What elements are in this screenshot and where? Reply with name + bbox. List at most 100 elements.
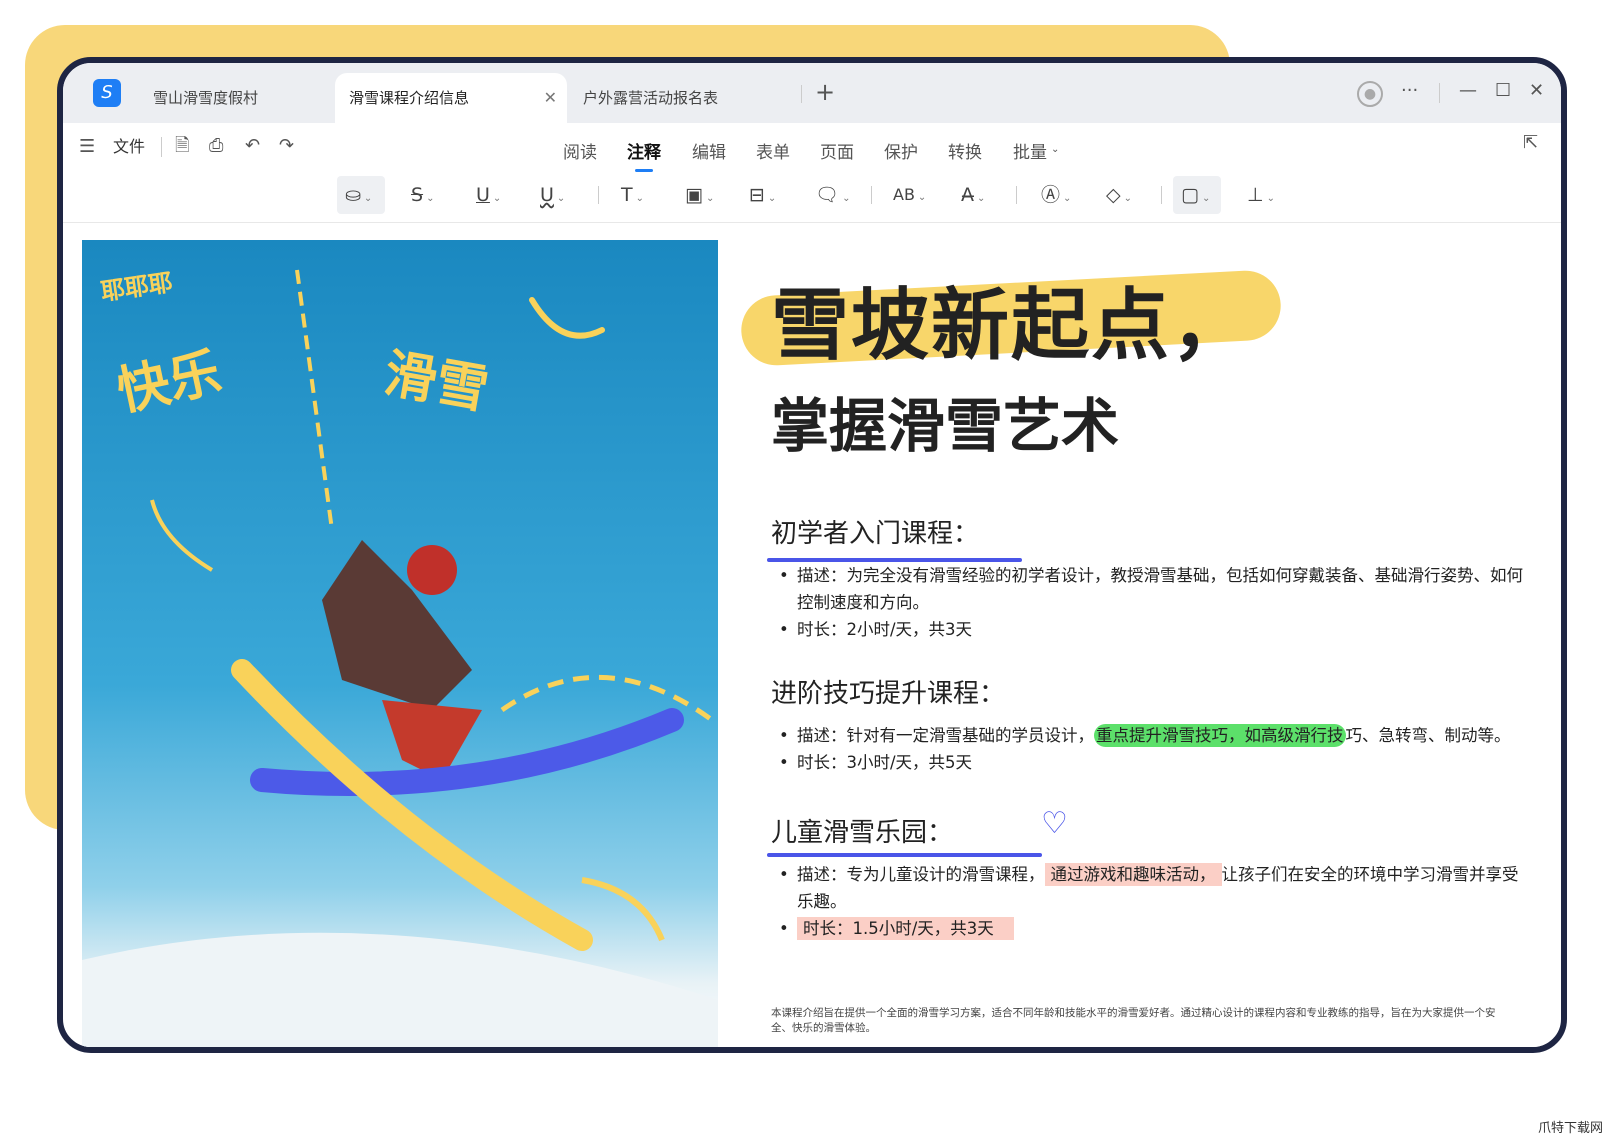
eraser-icon: ◇: [1106, 184, 1121, 206]
app-window: S 雪山滑雪度假村 滑雪课程介绍信息 ✕ 户外露营活动报名表 + ● ··· — …: [57, 57, 1567, 1053]
divider: [598, 186, 599, 204]
desc: 针对有一定滑雪基础的学员设计，: [846, 726, 1095, 745]
menu-form[interactable]: 表单: [756, 138, 790, 163]
pen-tool[interactable]: Ⓐ ⌄: [1033, 176, 1081, 214]
green-highlight-annotation: 重点提升滑雪技巧，如高级滑行技: [1094, 724, 1346, 747]
underline-icon: U: [476, 184, 490, 206]
watermark: 爪特下载网: [1537, 1121, 1603, 1136]
list-item: 描述：为完全没有滑雪经验的初学者设计，教授滑雪基础，包括如何穿戴装备、基础滑行姿…: [771, 562, 1531, 616]
rectangle-icon: ▢: [1181, 184, 1199, 206]
hamburger-menu-icon[interactable]: ☰: [79, 137, 95, 157]
chevron-down-icon: ⌄: [1051, 144, 1060, 155]
close-window-icon[interactable]: ✕: [1529, 81, 1544, 101]
section-heading: 进阶技巧提升课程：: [771, 679, 1006, 709]
replace-text-icon: AB: [893, 185, 915, 204]
callout-icon: ⊟: [749, 184, 765, 206]
desc: 为完全没有滑雪经验的初学者设计，教授滑雪基础，包括如何穿戴装备、基础滑行姿势、如…: [797, 566, 1523, 612]
divider: [1439, 83, 1440, 103]
redo-icon[interactable]: ↷: [279, 136, 294, 156]
menu-annotate[interactable]: 注释: [627, 138, 661, 172]
squiggly-underline-icon: U: [540, 184, 554, 206]
strikethrough-icon: S: [411, 184, 424, 206]
tab-label: 滑雪课程介绍信息: [349, 89, 470, 107]
heading-text: 初学者入门课程：: [771, 519, 980, 549]
shape-tool[interactable]: ▢ ⌄: [1173, 176, 1221, 214]
menu-page[interactable]: 页面: [820, 138, 854, 163]
minimize-icon[interactable]: —: [1459, 81, 1477, 101]
stamp-icon: ⊥: [1247, 184, 1264, 206]
new-tab-icon[interactable]: +: [815, 80, 835, 104]
eraser-tool[interactable]: ◇ ⌄: [1098, 176, 1146, 214]
undo-icon[interactable]: ↶: [245, 136, 260, 156]
stamp-tool[interactable]: ⊥ ⌄: [1239, 176, 1287, 214]
replace-text-tool[interactable]: AB ⌄: [885, 176, 933, 214]
doodle-text: 滑雪: [380, 344, 493, 421]
section-list: 描述：专为儿童设计的滑雪课程，通过游戏和趣味活动，让孩子们在安全的环境中学习滑雪…: [771, 861, 1531, 942]
tab-ski-course[interactable]: 滑雪课程介绍信息 ✕: [335, 73, 567, 123]
underline-tool[interactable]: U ⌄: [468, 176, 516, 214]
section-heading: 儿童滑雪乐园： ♡: [767, 806, 1068, 857]
pink-highlight-annotation: 时长：1.5小时/天，共3天: [797, 917, 1014, 940]
divider: [1161, 186, 1162, 204]
menu-protect[interactable]: 保护: [884, 138, 918, 163]
file-menu[interactable]: 文件: [113, 137, 145, 157]
section-heading: 初学者入门课程：: [767, 513, 1022, 562]
desc: 专为儿童设计的滑雪课程，: [846, 865, 1045, 884]
doodle-text: 耶耶耶: [99, 268, 174, 306]
share-icon[interactable]: ⇱: [1523, 133, 1538, 153]
app-logo-icon: S: [93, 79, 121, 107]
highlight-tool[interactable]: ⛀ ⌄: [337, 176, 385, 214]
menu-read[interactable]: 阅读: [563, 138, 597, 163]
strikethrough-tool[interactable]: S ⌄: [403, 176, 451, 214]
menu-convert[interactable]: 转换: [948, 138, 982, 163]
divider: [1016, 186, 1017, 204]
text-icon: T: [621, 184, 633, 206]
title-line2: 掌握滑雪艺术: [771, 392, 1120, 460]
insert-text-icon: A̶: [961, 184, 974, 206]
callout-tool[interactable]: ⊟ ⌄: [741, 176, 789, 214]
comment-tool[interactable]: 🗨 ⌄: [807, 176, 855, 214]
menu-edit[interactable]: 编辑: [692, 138, 726, 163]
tab-bar: S 雪山滑雪度假村 滑雪课程介绍信息 ✕ 户外露营活动报名表 + ● ··· — …: [63, 63, 1561, 123]
tab-camping[interactable]: 户外露营活动报名表: [583, 73, 793, 123]
tab-label: 户外露营活动报名表: [583, 89, 719, 107]
pen-icon: Ⓐ: [1041, 184, 1061, 206]
list-item: 时长：3小时/天，共5天: [771, 749, 1531, 776]
skier-photo: 耶耶耶 快乐 滑雪: [82, 240, 718, 1047]
list-item: 时长：1.5小时/天，共3天: [771, 915, 1531, 942]
section-list: 描述：针对有一定滑雪基础的学员设计，重点提升滑雪技巧，如高级滑行技巧、急转弯、制…: [771, 722, 1531, 776]
desc: 巧、急转弯、制动等。: [1345, 726, 1511, 745]
more-icon[interactable]: ···: [1401, 81, 1418, 101]
highlighter-icon: ⛀: [345, 184, 361, 206]
list-item: 时长：2小时/天，共3天: [771, 616, 1531, 643]
list-item: 描述：专为儿童设计的滑雪课程，通过游戏和趣味活动，让孩子们在安全的环境中学习滑雪…: [771, 861, 1531, 915]
squiggly-tool[interactable]: U ⌄: [532, 176, 580, 214]
divider: [801, 85, 802, 103]
doodle-text: 快乐: [112, 342, 226, 422]
label: 描述：: [797, 566, 847, 585]
title-line1: 雪坡新起点，: [771, 280, 1252, 371]
photo-doodles: 耶耶耶 快乐 滑雪: [82, 268, 718, 1047]
close-tab-icon[interactable]: ✕: [544, 73, 557, 123]
list-item: 描述：针对有一定滑雪基础的学员设计，重点提升滑雪技巧，如高级滑行技巧、急转弯、制…: [771, 722, 1531, 749]
save-icon[interactable]: 🗎: [175, 136, 189, 156]
text-tool[interactable]: T ⌄: [613, 176, 661, 214]
document-content: 雪坡新起点， 掌握滑雪艺术 初学者入门课程： 描述：为完全没有滑雪经验的初学者设…: [739, 263, 1531, 942]
section-list: 描述：为完全没有滑雪经验的初学者设计，教授滑雪基础，包括如何穿戴装备、基础滑行姿…: [771, 562, 1531, 643]
textbox-icon: ▣: [685, 184, 703, 206]
heart-doodle-icon: ♡: [1041, 806, 1068, 841]
divider: [871, 186, 872, 204]
tab-label: 雪山滑雪度假村: [153, 89, 259, 107]
textbox-tool[interactable]: ▣ ⌄: [677, 176, 725, 214]
pink-highlight-annotation: 通过游戏和趣味活动，: [1044, 863, 1222, 886]
divider: [161, 137, 162, 157]
pen-underline-annotation: [767, 853, 1042, 857]
print-icon[interactable]: ⎙: [209, 136, 223, 156]
maximize-icon[interactable]: ☐: [1495, 81, 1511, 101]
menu-batch[interactable]: 批量: [1013, 138, 1047, 163]
insert-text-tool[interactable]: A̶ ⌄: [953, 176, 1001, 214]
heading-text: 儿童滑雪乐园：: [771, 818, 954, 848]
avatar-icon[interactable]: ●: [1357, 81, 1383, 107]
tab-resort[interactable]: 雪山滑雪度假村: [153, 73, 333, 123]
label: 描述：: [797, 726, 847, 745]
